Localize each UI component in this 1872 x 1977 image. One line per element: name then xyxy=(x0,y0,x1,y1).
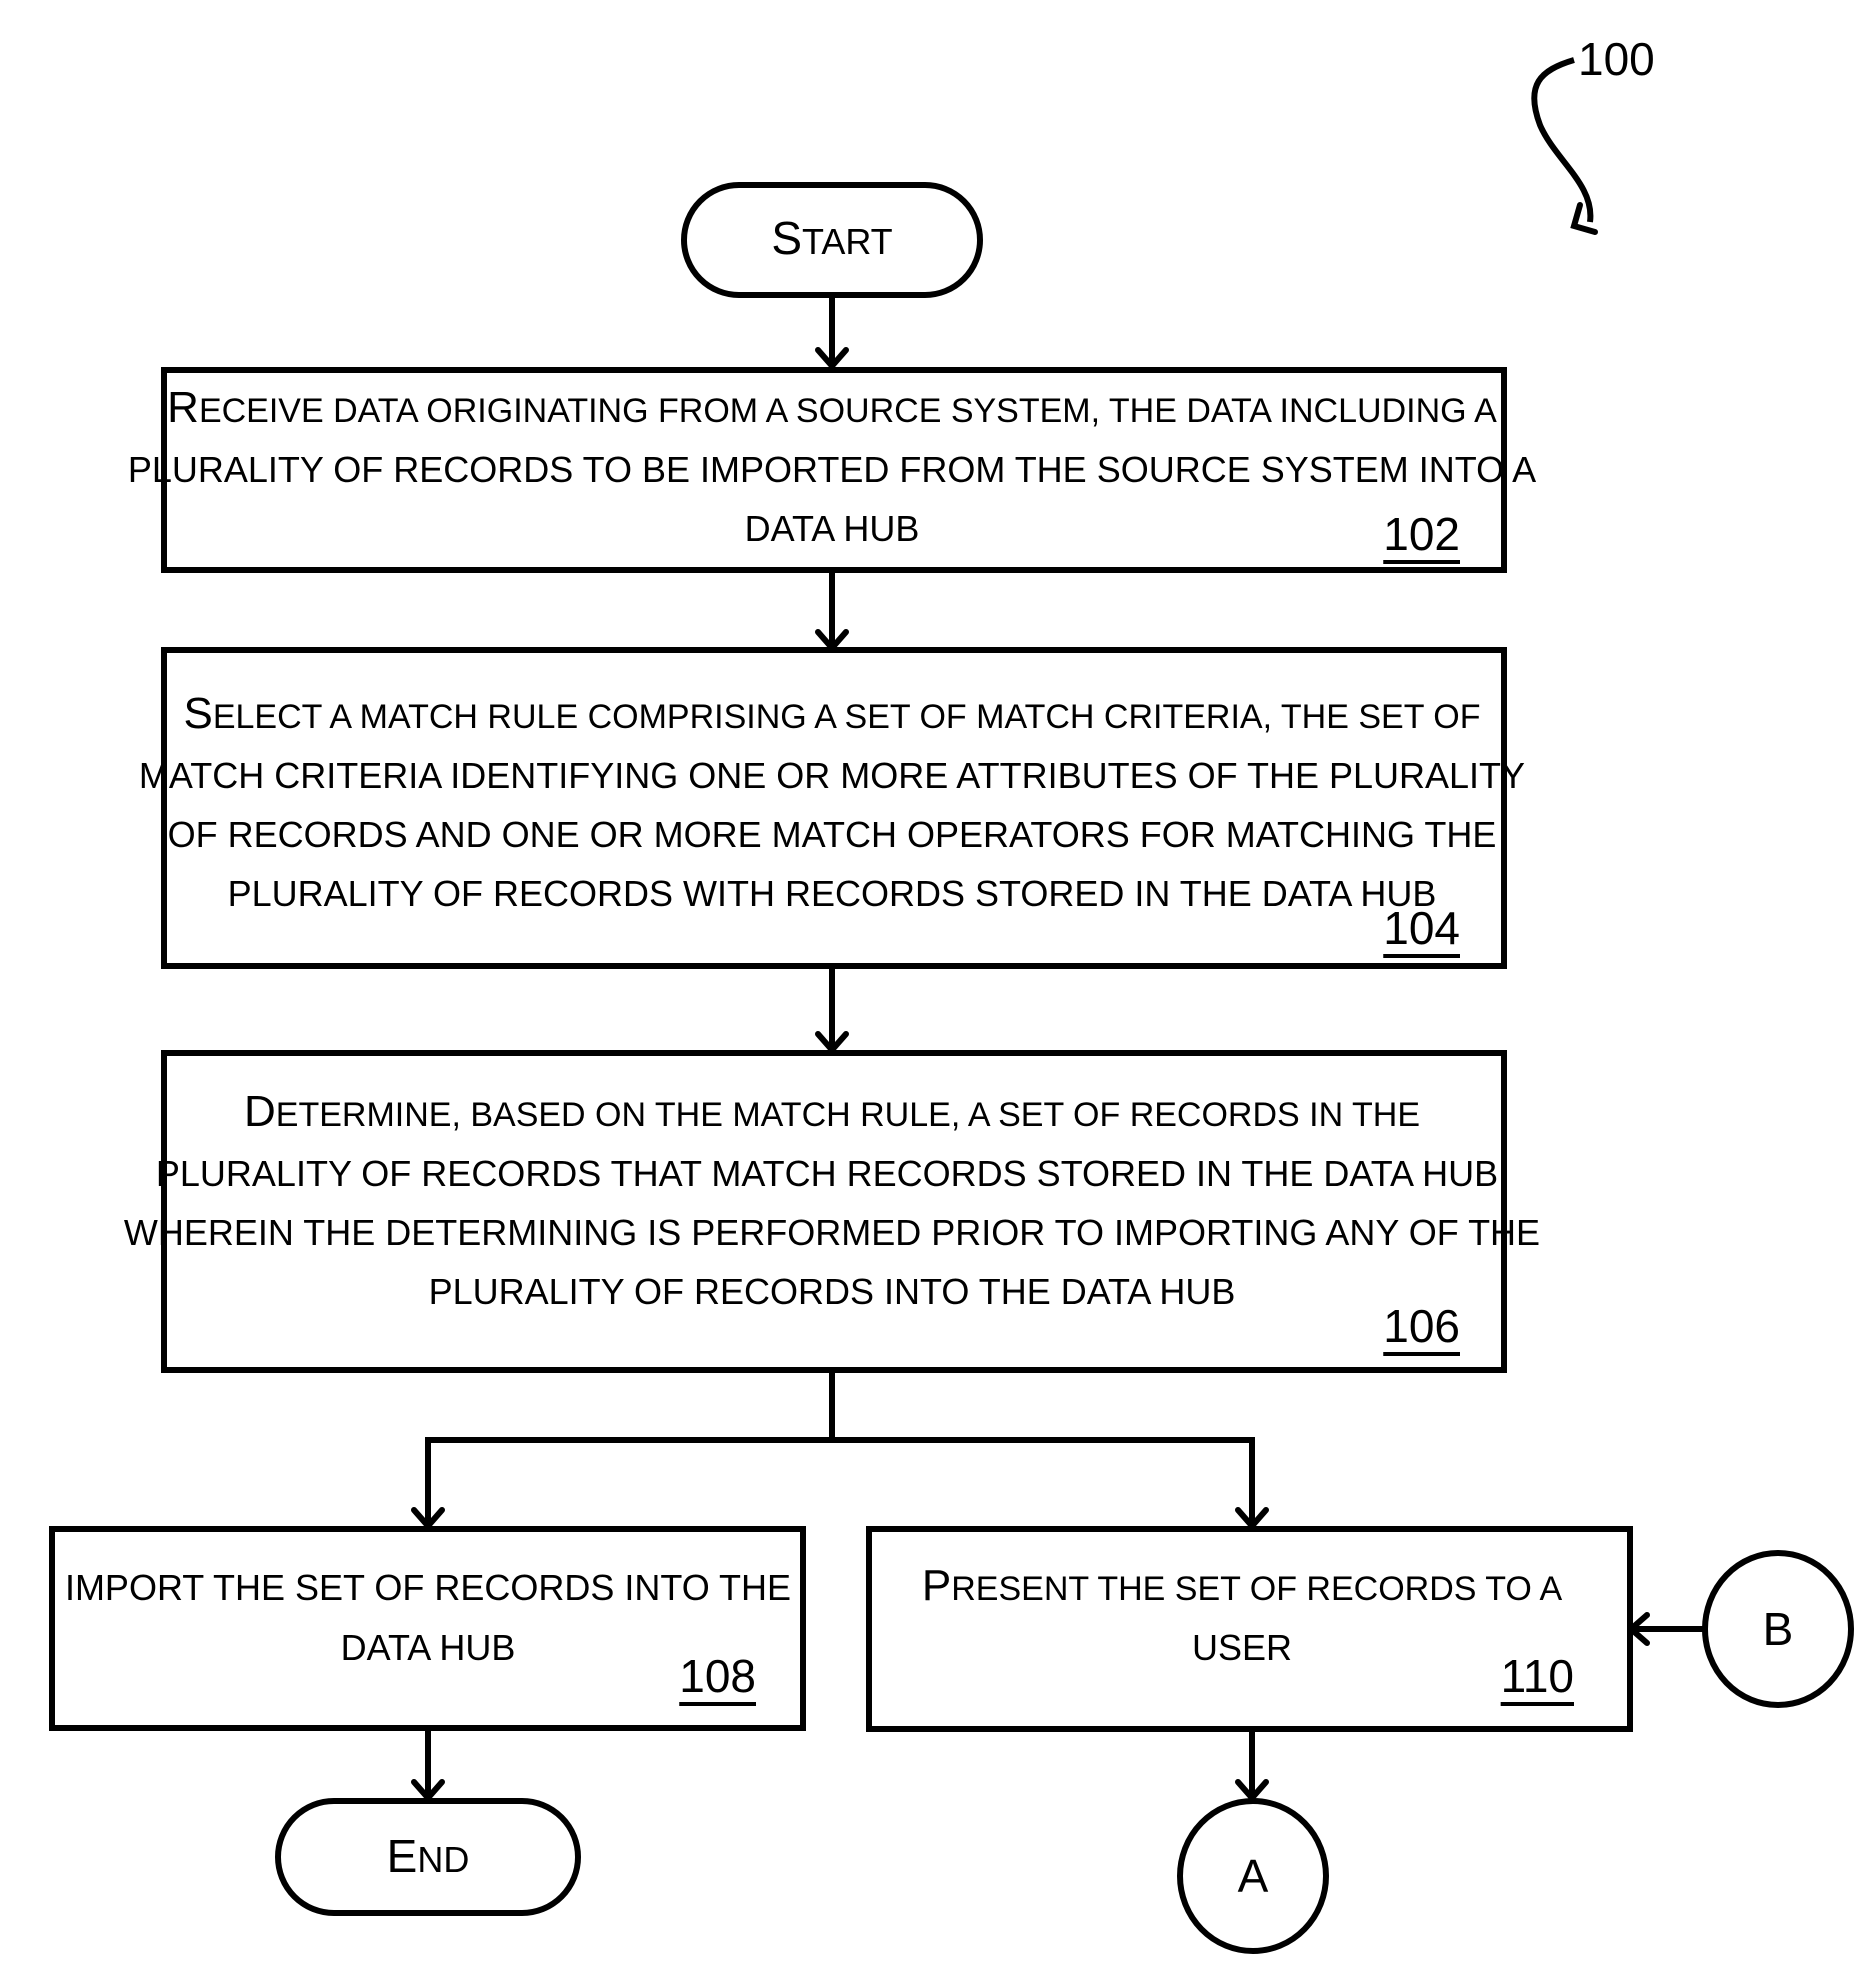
step-102-line-2: PLURALITY OF RECORDS TO BE IMPORTED FROM… xyxy=(128,449,1536,490)
edge-branch-horizontal xyxy=(425,1437,1255,1526)
process-box-108: IMPORT THE SET OF RECORDS INTO THE DATA … xyxy=(49,1526,806,1731)
connector-b: B xyxy=(1702,1550,1854,1708)
step-108-line-1: IMPORT THE SET OF RECORDS INTO THE xyxy=(65,1567,791,1608)
step-104-line-2: MATCH CRITERIA IDENTIFYING ONE OR MORE A… xyxy=(139,755,1525,796)
figure-reference: 100 xyxy=(1531,33,1655,235)
step-106-ref: 106 xyxy=(1383,1300,1460,1352)
connector-a: A xyxy=(1177,1798,1329,1954)
step-108-line-2: DATA HUB xyxy=(341,1627,516,1668)
step-110-line-2: USER xyxy=(1192,1627,1292,1668)
step-106-line-2: PLURALITY OF RECORDS THAT MATCH RECORDS … xyxy=(156,1153,1508,1194)
process-box-110: PRESENT THE SET OF RECORDS TO A USER 110 xyxy=(866,1526,1633,1732)
step-104-ref: 104 xyxy=(1383,902,1460,954)
step-106-line-3: WHEREIN THE DETERMINING IS PERFORMED PRI… xyxy=(124,1212,1540,1253)
connector-a-label: A xyxy=(1238,1850,1269,1902)
step-102-line-3: DATA HUB xyxy=(745,508,920,549)
step-106-line-4: PLURALITY OF RECORDS INTO THE DATA HUB xyxy=(429,1271,1236,1312)
start-terminal: START xyxy=(681,182,983,298)
step-102-ref: 102 xyxy=(1383,508,1460,560)
step-108-ref: 108 xyxy=(679,1650,756,1702)
flowchart-diagram: 100 START RECEIVE DATA ORIGINATING FROM … xyxy=(49,33,1854,1954)
process-box-102: RECEIVE DATA ORIGINATING FROM A SOURCE S… xyxy=(128,367,1536,573)
figure-reference-number: 100 xyxy=(1578,33,1655,85)
end-terminal: END xyxy=(275,1798,581,1916)
process-box-104: SELECT A MATCH RULE COMPRISING A SET OF … xyxy=(139,647,1525,969)
step-110-ref: 110 xyxy=(1501,1650,1574,1702)
connector-b-label: B xyxy=(1763,1603,1794,1655)
process-box-106: DETERMINE, BASED ON THE MATCH RULE, A SE… xyxy=(124,1050,1540,1373)
step-104-line-3: OF RECORDS AND ONE OR MORE MATCH OPERATO… xyxy=(168,814,1497,855)
step-104-line-4: PLURALITY OF RECORDS WITH RECORDS STORED… xyxy=(228,873,1437,914)
